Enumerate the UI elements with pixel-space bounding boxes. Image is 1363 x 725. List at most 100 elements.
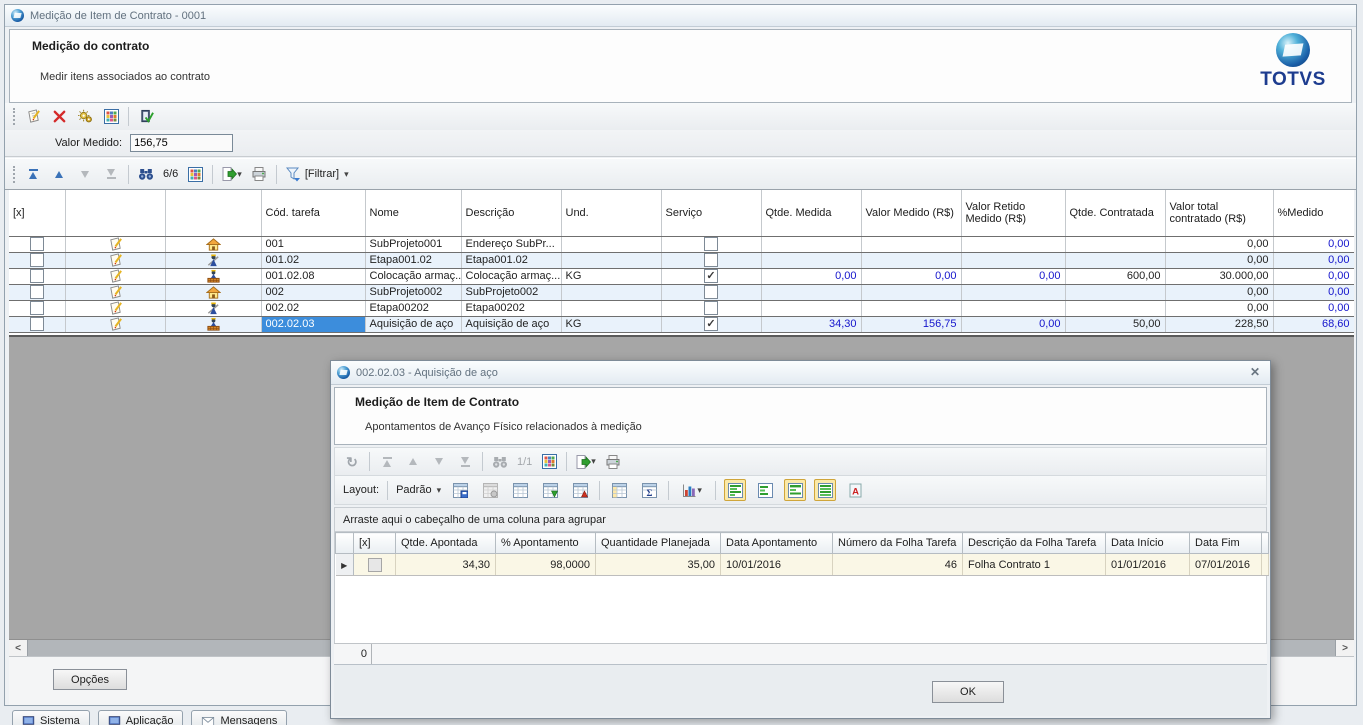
cell-valor-retido[interactable]: [961, 300, 1066, 317]
cell-descricao[interactable]: Aquisição de aço: [461, 316, 562, 333]
print-button[interactable]: [604, 452, 622, 472]
servico-checkbox[interactable]: [704, 285, 718, 299]
import-layout-button[interactable]: [539, 479, 561, 501]
row-select-checkbox[interactable]: [29, 253, 44, 267]
row-select-checkbox[interactable]: [29, 301, 44, 315]
ok-button[interactable]: OK: [932, 681, 1004, 703]
font-button[interactable]: A: [844, 479, 866, 501]
cell-quantidade-planejada[interactable]: 35,00: [595, 553, 721, 576]
cell-valor-total[interactable]: 0,00: [1165, 252, 1274, 269]
edit-note-icon[interactable]: [108, 236, 123, 252]
cell-valor-medido[interactable]: [861, 236, 962, 253]
cell-data-fim[interactable]: 07/01/2016: [1189, 553, 1262, 576]
edit-note-icon[interactable]: [108, 300, 123, 316]
edit-note-icon[interactable]: [108, 268, 123, 284]
nav-previous-button[interactable]: [404, 452, 422, 472]
tab-mensagens[interactable]: Mensagens: [191, 710, 288, 725]
nav-next-button[interactable]: [76, 164, 94, 184]
cell-qtde-contratada[interactable]: [1065, 236, 1166, 253]
edit-note-icon[interactable]: [108, 316, 123, 332]
col-header-valor-medido[interactable]: Valor Medido (R$): [861, 190, 962, 237]
table-row[interactable]: 002.02 Etapa00202 Etapa00202 0,00 0,00: [9, 300, 1354, 317]
cell-qtde-medida[interactable]: 0,00: [761, 268, 862, 285]
tab-sistema[interactable]: Sistema: [12, 710, 90, 725]
nav-first-button[interactable]: [24, 164, 42, 184]
cell-qtde-medida[interactable]: [761, 252, 862, 269]
cell-descricao-folha[interactable]: Folha Contrato 1: [962, 553, 1106, 576]
cell-pct-medido[interactable]: 0,00: [1273, 236, 1354, 253]
card-view-button[interactable]: [540, 452, 558, 472]
row-select-checkbox[interactable]: [29, 269, 44, 283]
cell-cod-tarefa[interactable]: 002.02: [261, 300, 366, 317]
view-toggle-grid-button[interactable]: [724, 479, 747, 501]
export-button[interactable]: ▾: [221, 164, 242, 184]
columns-button[interactable]: [608, 479, 630, 501]
cell-valor-retido[interactable]: 0,00: [961, 316, 1066, 333]
confirm-measurement-button[interactable]: [137, 107, 155, 127]
table-row[interactable]: 001.02 Etapa001.02 Etapa001.02 0,00 0,00: [9, 252, 1354, 269]
search-button[interactable]: [491, 452, 509, 472]
group-by-hint[interactable]: Arraste aqui o cabeçalho de uma coluna p…: [334, 507, 1267, 532]
scroll-right-button[interactable]: >: [1336, 640, 1354, 656]
cell-qtde-contratada[interactable]: [1065, 300, 1166, 317]
row-select-checkbox[interactable]: [29, 317, 44, 331]
col-header-qtde-contratada[interactable]: Qtde. Contratada: [1065, 190, 1166, 237]
refresh-icon[interactable]: ↻: [343, 452, 361, 472]
servico-checkbox[interactable]: [704, 237, 718, 251]
cell-descricao[interactable]: Etapa00202: [461, 300, 562, 317]
print-button[interactable]: [250, 164, 268, 184]
cell-und[interactable]: [561, 300, 662, 317]
edit-note-icon[interactable]: [108, 252, 123, 268]
close-icon[interactable]: ✕: [1250, 365, 1260, 379]
nav-first-button[interactable]: [378, 452, 396, 472]
scroll-left-button[interactable]: <: [9, 640, 27, 656]
nav-previous-button[interactable]: [50, 164, 68, 184]
cell-valor-medido[interactable]: [861, 300, 962, 317]
totals-button[interactable]: Σ: [638, 479, 660, 501]
cell-qtde-contratada[interactable]: 50,00: [1065, 316, 1166, 333]
cell-qtde-contratada[interactable]: [1065, 284, 1166, 301]
servico-checkbox[interactable]: [704, 317, 718, 331]
cell-qtde-contratada[interactable]: 600,00: [1065, 268, 1166, 285]
col-header-nome[interactable]: Nome: [365, 190, 462, 237]
cell-qtde-medida[interactable]: [761, 284, 862, 301]
col-header-qtde-apontada[interactable]: Qtde. Apontada: [395, 532, 496, 554]
cell-valor-retido[interactable]: 0,00: [961, 268, 1066, 285]
cell-und[interactable]: [561, 252, 662, 269]
col-header-valor-retido[interactable]: Valor Retido Medido (R$): [961, 190, 1066, 237]
cell-qtde-contratada[interactable]: [1065, 252, 1166, 269]
cell-qtde-apontada[interactable]: 34,30: [395, 553, 496, 576]
cell-valor-medido[interactable]: [861, 252, 962, 269]
cell-pct-medido[interactable]: 68,60: [1273, 316, 1354, 333]
col-header-type[interactable]: [165, 190, 262, 237]
search-button[interactable]: [137, 164, 155, 184]
table-row[interactable]: 002 SubProjeto002 SubProjeto002 0,00 0,0…: [9, 284, 1354, 301]
col-header-qtde-medida[interactable]: Qtde. Medida: [761, 190, 862, 237]
cell-valor-total[interactable]: 228,50: [1165, 316, 1274, 333]
col-header-descricao-folha[interactable]: Descrição da Folha Tarefa: [962, 532, 1106, 554]
table-row[interactable]: 001 SubProjeto001 Endereço SubPr... 0,00…: [9, 236, 1354, 253]
edit-note-icon[interactable]: [108, 284, 123, 300]
cell-und[interactable]: KG: [561, 268, 662, 285]
nav-next-button[interactable]: [430, 452, 448, 472]
generate-button[interactable]: [76, 107, 94, 127]
row-select-checkbox[interactable]: [367, 557, 382, 572]
col-header-valor-total[interactable]: Valor total contratado (R$): [1165, 190, 1274, 237]
cell-valor-total[interactable]: 0,00: [1165, 300, 1274, 317]
cell-valor-retido[interactable]: [961, 236, 1066, 253]
col-header-servico[interactable]: Serviço: [661, 190, 762, 237]
col-header-data-apontamento[interactable]: Data Apontamento: [720, 532, 833, 554]
row-select-checkbox[interactable]: [29, 237, 44, 251]
col-header-quantidade-planejada[interactable]: Quantidade Planejada: [595, 532, 721, 554]
cell-nome[interactable]: SubProjeto002: [365, 284, 462, 301]
col-header-select[interactable]: [x]: [9, 190, 66, 237]
row-select-checkbox[interactable]: [29, 285, 44, 299]
cell-valor-total[interactable]: 30.000,00: [1165, 268, 1274, 285]
export-layout-button[interactable]: [569, 479, 591, 501]
col-header-numero-folha[interactable]: Número da Folha Tarefa: [832, 532, 963, 554]
cell-und[interactable]: KG: [561, 316, 662, 333]
col-header-cod-tarefa[interactable]: Cód. tarefa: [261, 190, 366, 237]
cell-valor-medido[interactable]: 156,75: [861, 316, 962, 333]
cell-cod-tarefa-selected[interactable]: 002.02.03: [261, 316, 366, 333]
col-header-data-fim[interactable]: Data Fim: [1189, 532, 1262, 554]
